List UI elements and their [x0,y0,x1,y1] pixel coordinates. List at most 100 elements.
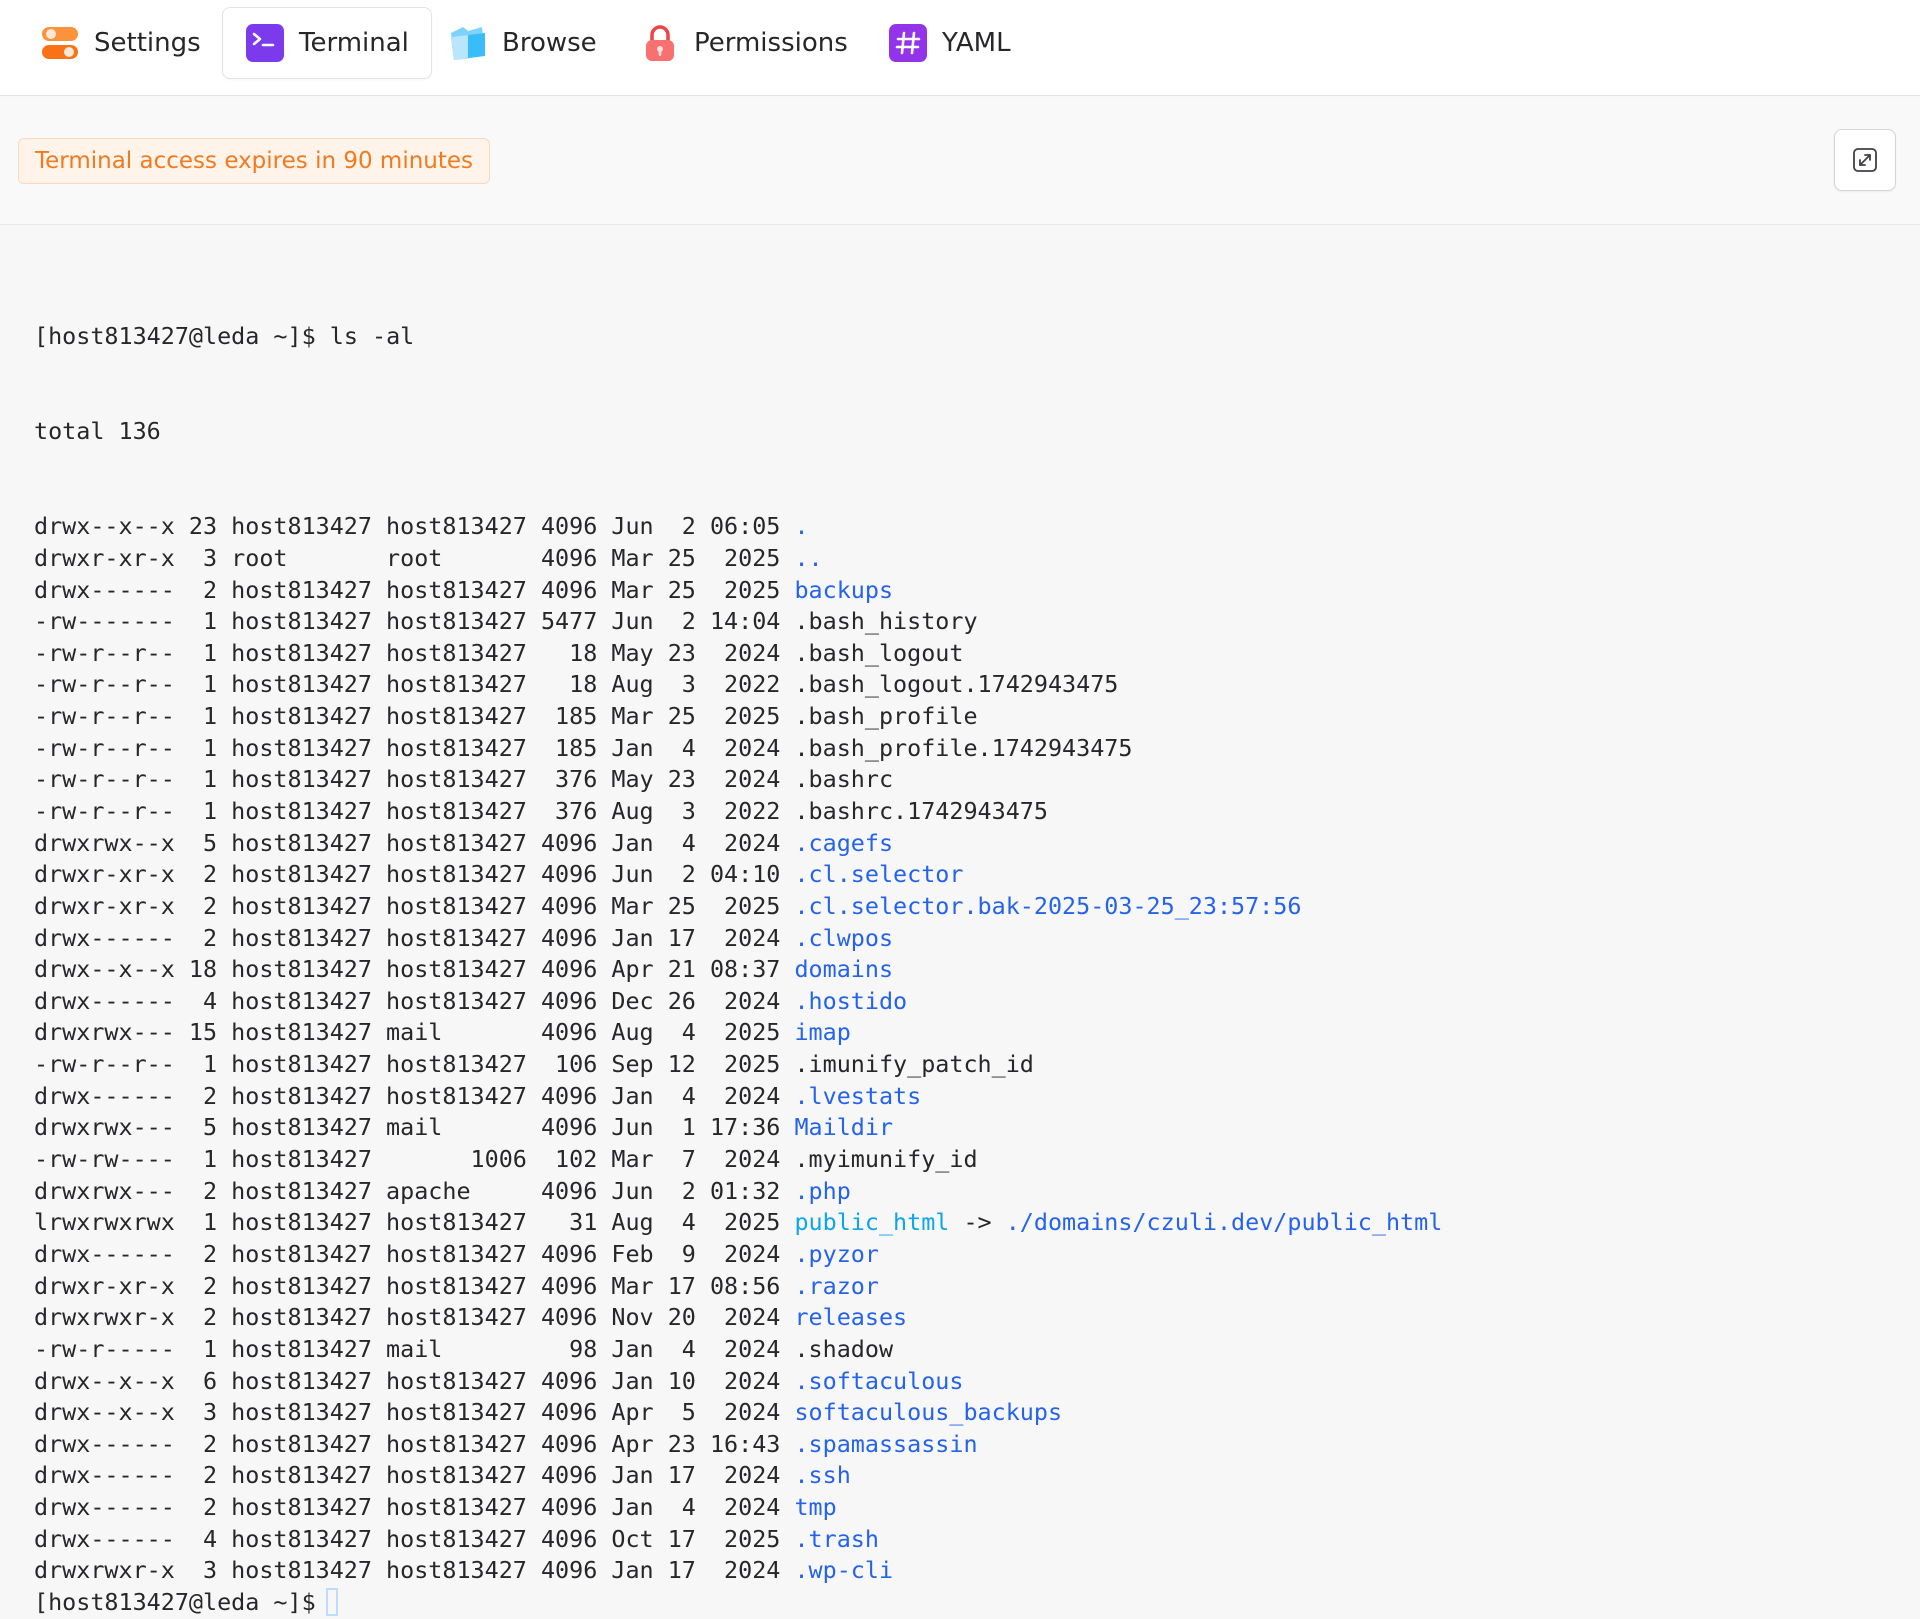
expand-arrows-icon [1853,148,1877,172]
symlink-arrow: -> [949,1208,1006,1237]
entry-meta: drwxrwx--- 5 host813427 mail 4096 Jun 1 … [34,1113,781,1142]
listing-row: drwx------ 2 host813427 host813427 4096 … [34,1429,1442,1461]
entry-meta: drwx--x--x 23 host813427 host813427 4096… [34,512,781,541]
file-name: .bash_profile [794,702,978,731]
listing-row: drwx------ 4 host813427 host813427 4096 … [34,986,1442,1018]
listing-row: -rw-r--r-- 1 host813427 host813427 376 A… [34,796,1442,828]
listing-row: -rw-r--r-- 1 host813427 host813427 376 M… [34,764,1442,796]
listing-row: -rw-r--r-- 1 host813427 host813427 18 Au… [34,669,1442,701]
directory-name: . [794,512,809,541]
tab-browse[interactable]: Browse [426,7,619,79]
listing-row: -rw-r--r-- 1 host813427 host813427 18 Ma… [34,638,1442,670]
terminal-prompt-icon [246,24,284,62]
directory-name: tmp [794,1493,837,1522]
entry-meta: -rw-r--r-- 1 host813427 host813427 376 M… [34,765,781,794]
listing-row: drwxr-xr-x 2 host813427 host813427 4096 … [34,859,1442,891]
entry-meta: -rw-r--r-- 1 host813427 host813427 185 J… [34,733,781,762]
file-name: .bash_profile.1742943475 [794,733,1133,762]
directory-name: .lvestats [794,1081,922,1110]
entry-meta: drwx--x--x 18 host813427 host813427 4096… [34,955,781,984]
listing-row: drwx------ 2 host813427 host813427 4096 … [34,1460,1442,1492]
tab-bar: Settings Terminal Browse Permissions YAM… [0,0,1920,96]
directory-name: .. [794,543,823,572]
directory-name: .php [794,1176,851,1205]
active-prompt-line[interactable]: [host813427@leda ~]$ [34,1587,1442,1619]
directory-name: releases [794,1303,908,1332]
listing-row: -rw------- 1 host813427 host813427 5477 … [34,606,1442,638]
entry-meta: drwxr-xr-x 3 root root 4096 Mar 25 2025 [34,543,781,572]
command: ls -al [329,322,415,351]
entry-meta: drwxrwx--x 5 host813427 host813427 4096 … [34,828,781,857]
listing-row: drwx--x--x 3 host813427 host813427 4096 … [34,1397,1442,1429]
entry-meta: drwxrwxr-x 2 host813427 host813427 4096 … [34,1303,781,1332]
listing-row: drwxrwx--- 2 host813427 apache 4096 Jun … [34,1176,1442,1208]
tab-label: Browse [502,28,597,58]
entry-meta: drwxrwxr-x 3 host813427 host813427 4096 … [34,1556,781,1585]
entry-meta: -rw-r--r-- 1 host813427 host813427 18 Au… [34,670,781,699]
directory-name: .softaculous [794,1366,964,1395]
listing-row: drwx------ 4 host813427 host813427 4096 … [34,1524,1442,1556]
directory-name: .ssh [794,1461,851,1490]
file-name: .bashrc [794,765,894,794]
listing-row: drwxr-xr-x 2 host813427 host813427 4096 … [34,891,1442,923]
file-name: .bash_history [794,607,978,636]
listing-row: -rw-r----- 1 host813427 mail 98 Jan 4 20… [34,1334,1442,1366]
entry-meta: drwx------ 4 host813427 host813427 4096 … [34,986,781,1015]
listing-row: drwxrwx--- 5 host813427 mail 4096 Jun 1 … [34,1112,1442,1144]
hashtag-icon [889,24,927,62]
file-name: .imunify_patch_id [794,1050,1034,1079]
entry-meta: drwxr-xr-x 2 host813427 host813427 4096 … [34,891,781,920]
directory-name: .cagefs [794,828,894,857]
tab-yaml[interactable]: YAML [866,7,1033,79]
entry-meta: -rw-r--r-- 1 host813427 host813427 376 A… [34,796,781,825]
directory-name: Maildir [794,1113,894,1142]
directory-name: .pyzor [794,1239,879,1268]
file-name: .bashrc.1742943475 [794,796,1048,825]
entry-meta: drwxr-xr-x 2 host813427 host813427 4096 … [34,860,781,889]
directory-name: backups [794,575,894,604]
entry-meta: drwx------ 2 host813427 host813427 4096 … [34,1081,781,1110]
directory-name: .wp-cli [794,1556,894,1585]
entry-meta: -rw-r--r-- 1 host813427 host813427 18 Ma… [34,638,781,667]
listing-row: drwxrwx--- 15 host813427 mail 4096 Aug 4… [34,1017,1442,1049]
entry-meta: drwxr-xr-x 2 host813427 host813427 4096 … [34,1271,781,1300]
file-name: .shadow [794,1334,894,1363]
entry-meta: drwx------ 2 host813427 host813427 4096 … [34,1239,781,1268]
listing-row: drwx--x--x 6 host813427 host813427 4096 … [34,1366,1442,1398]
symlink-target: ./domains/czuli.dev/public_html [1005,1208,1443,1237]
entry-meta: lrwxrwxrwx 1 host813427 host813427 31 Au… [34,1208,781,1237]
listing-row: -rw-rw---- 1 host813427 1006 102 Mar 7 2… [34,1144,1442,1176]
toggle-switch-icon [42,27,78,59]
entry-meta: -rw-r--r-- 1 host813427 host813427 185 M… [34,702,781,731]
listing-row: drwxrwxr-x 3 host813427 host813427 4096 … [34,1555,1442,1587]
listing-row: drwxr-xr-x 3 root root 4096 Mar 25 2025 … [34,543,1442,575]
entry-meta: drwx------ 4 host813427 host813427 4096 … [34,1524,781,1553]
terminal-cursor[interactable] [325,1588,338,1616]
command-line: [host813427@leda ~]$ ls -al [34,321,1442,353]
total-line: total 136 [34,417,161,446]
entry-meta: -rw------- 1 host813427 host813427 5477 … [34,607,781,636]
listing-row: -rw-r--r-- 1 host813427 host813427 185 J… [34,733,1442,765]
tab-label: Permissions [694,28,848,58]
expand-button[interactable] [1834,129,1896,191]
listing-row: drwxrwx--x 5 host813427 host813427 4096 … [34,828,1442,860]
prompt: [host813427@leda ~]$ [34,322,316,351]
listing-row: drwx------ 2 host813427 host813427 4096 … [34,575,1442,607]
entry-meta: -rw-rw---- 1 host813427 1006 102 Mar 7 2… [34,1145,781,1174]
tab-label: Settings [94,28,201,58]
tab-terminal[interactable]: Terminal [222,7,432,79]
listing-row: -rw-r--r-- 1 host813427 host813427 106 S… [34,1049,1442,1081]
tab-permissions[interactable]: Permissions [618,7,870,79]
listing-row: drwx------ 2 host813427 host813427 4096 … [34,1239,1442,1271]
listing-row: lrwxrwxrwx 1 host813427 host813427 31 Au… [34,1207,1442,1239]
terminal-output[interactable]: [host813427@leda ~]$ ls -al total 136 dr… [0,226,1920,1616]
directory-name: .hostido [794,986,908,1015]
padlock-icon [646,25,674,61]
tab-settings[interactable]: Settings [18,7,223,79]
entry-meta: drwx------ 2 host813427 host813427 4096 … [34,575,781,604]
entry-meta: drwx------ 2 host813427 host813427 4096 … [34,923,781,952]
terminal-lines: [host813427@leda ~]$ ls -al total 136 dr… [34,258,1442,1619]
symlink-name: public_html [794,1208,950,1237]
entry-meta: -rw-r--r-- 1 host813427 host813427 106 S… [34,1050,781,1079]
directory-name: softaculous_backups [794,1398,1063,1427]
